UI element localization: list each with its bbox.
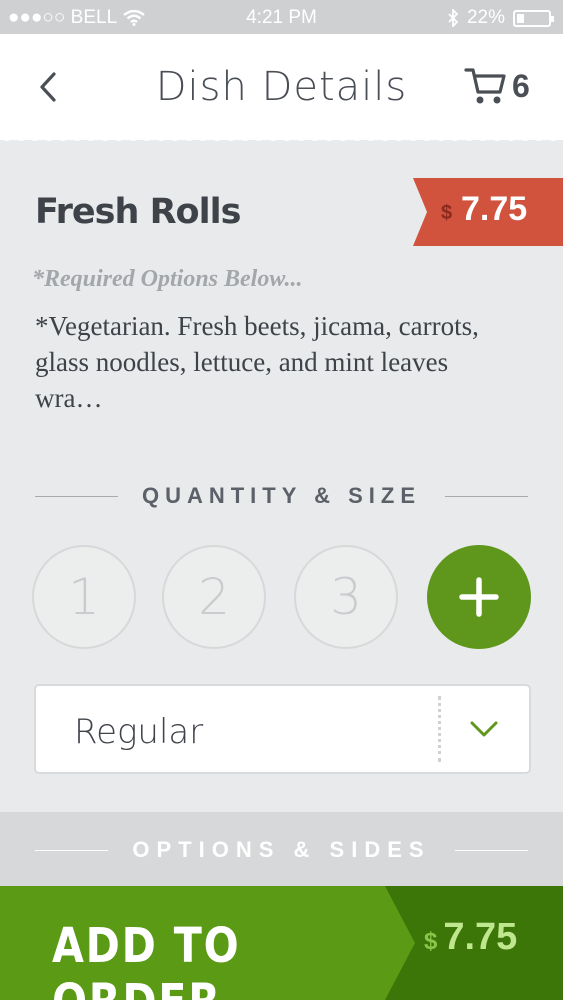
cart-icon[interactable] (464, 66, 508, 106)
price-amount: 7.75 (461, 190, 528, 228)
nav-wave-divider (0, 136, 563, 141)
add-to-order-bar: ADD TO ORDER $ 7.75 (0, 886, 563, 1000)
quantity-option-2[interactable]: 2 (162, 545, 266, 649)
bluetooth-icon (448, 9, 459, 27)
order-total: $ 7.75 (424, 916, 517, 959)
options-sides-label: OPTIONS & SIDES (132, 837, 431, 862)
status-bar: ●●●○○ BELL 4:21 PM 22% (0, 0, 563, 34)
battery-percent: 22% (466, 7, 505, 28)
price-tag: $ 7.75 (413, 178, 563, 246)
size-selected-value: Regular (74, 712, 204, 752)
options-wave-divider (0, 807, 563, 812)
nav-bar: Dish Details 6 (0, 34, 563, 140)
quantity-selector: 1 2 3 (32, 545, 532, 649)
price-currency: $ (441, 202, 453, 224)
divider-line (445, 495, 528, 497)
dish-description[interactable]: *Vegetarian. Fresh beets, jicama, carrot… (35, 308, 505, 416)
add-to-order-button[interactable]: ADD TO ORDER (0, 886, 415, 1000)
chevron-down-icon (470, 721, 498, 737)
add-to-order-label: ADD TO ORDER (52, 918, 241, 1000)
quantity-option-1[interactable]: 1 (32, 545, 136, 649)
required-options-note: *Required Options Below... (32, 266, 303, 292)
divider-line (35, 495, 118, 497)
size-dropdown[interactable]: Regular (34, 684, 531, 774)
divider-line (454, 849, 528, 851)
quantity-size-label: QUANTITY & SIZE (141, 483, 422, 508)
order-total-currency: $ (424, 928, 438, 955)
order-total-amount: 7.75 (443, 916, 518, 958)
quantity-more-button[interactable] (427, 545, 531, 649)
cart-count[interactable]: 6 (512, 68, 530, 105)
battery-icon (513, 9, 554, 27)
dish-name: Fresh Rolls (35, 192, 241, 232)
quantity-size-header: QUANTITY & SIZE (35, 483, 528, 508)
dropdown-divider (438, 696, 441, 762)
plus-icon (459, 577, 499, 617)
quantity-option-3[interactable]: 3 (294, 545, 398, 649)
status-right: 22% (447, 7, 554, 29)
divider-line (35, 849, 109, 851)
options-sides-header: OPTIONS & SIDES (35, 837, 528, 862)
